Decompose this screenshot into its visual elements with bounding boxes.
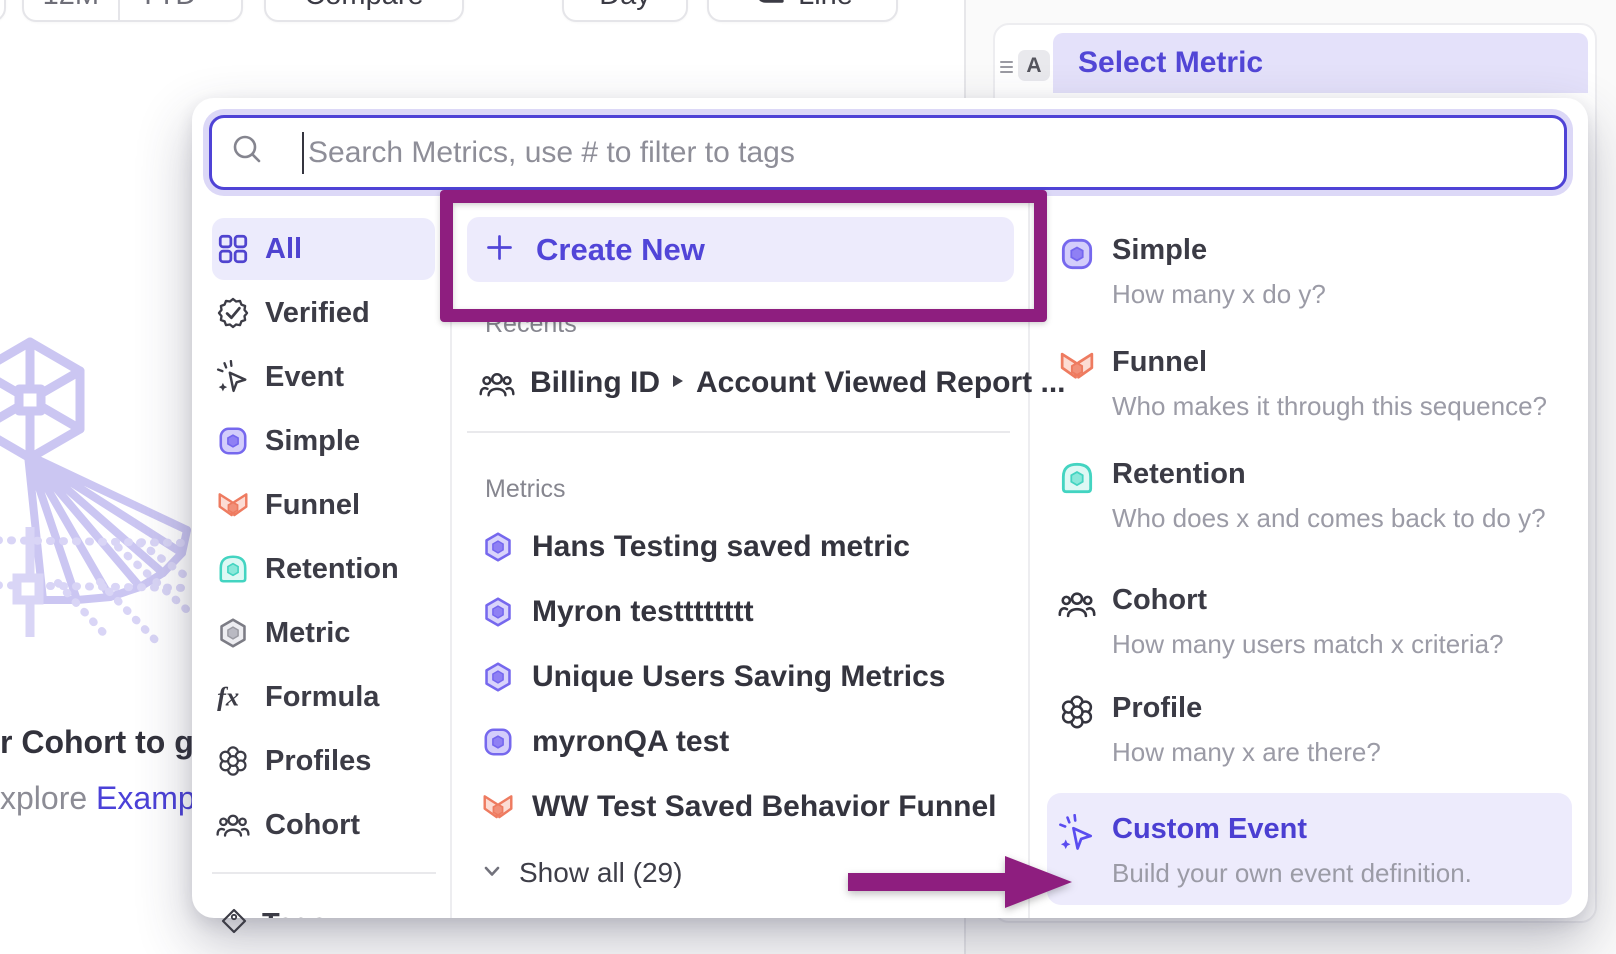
metric-hexagon-icon bbox=[216, 616, 250, 650]
annotation-rectangle bbox=[440, 190, 1047, 322]
metric-list-item[interactable]: myronQA test bbox=[481, 716, 729, 768]
cohort-people-icon bbox=[1058, 585, 1096, 623]
metric-list-item[interactable]: WW Test Saved Behavior Funnel bbox=[481, 781, 997, 833]
cohort-people-icon bbox=[479, 366, 513, 400]
type-retention[interactable]: Retention bbox=[1112, 458, 1246, 491]
sidebar-item-event[interactable]: Event bbox=[212, 349, 436, 405]
sidebar-divider bbox=[212, 872, 436, 874]
section-divider bbox=[467, 431, 1010, 433]
sidebar-item-profiles[interactable]: Profiles bbox=[212, 733, 436, 789]
series-a-badge: A bbox=[1018, 50, 1050, 81]
wireframe-cube-illustration bbox=[0, 330, 210, 675]
formula-icon: fx bbox=[216, 680, 250, 714]
sidebar-item-retention[interactable]: Retention bbox=[212, 541, 436, 597]
svg-text:fx: fx bbox=[217, 682, 239, 712]
type-cohort[interactable]: Cohort bbox=[1112, 584, 1207, 617]
event-sparkle-icon bbox=[216, 360, 250, 394]
sidebar-item-all[interactable]: All bbox=[212, 221, 436, 277]
simple-metric-icon bbox=[1058, 235, 1096, 273]
show-all-button[interactable]: Show all (29) bbox=[479, 851, 682, 895]
profiles-flower-icon bbox=[216, 744, 250, 778]
profiles-flower-icon bbox=[1058, 693, 1096, 731]
metric-list-item[interactable]: Myron testttttttt bbox=[481, 586, 754, 638]
tag-icon[interactable] bbox=[218, 906, 250, 938]
grid-icon bbox=[216, 232, 250, 266]
custom-event-sparkle-icon bbox=[1058, 814, 1096, 852]
recent-item[interactable]: Billing ID Account Viewed Report ... bbox=[479, 357, 1066, 409]
date-range-group[interactable]: 12M YTD bbox=[22, 0, 243, 22]
metric-hexagon-icon bbox=[481, 660, 515, 694]
sidebar-item-cohort[interactable]: Cohort bbox=[212, 797, 436, 853]
metrics-header: Metrics bbox=[485, 475, 566, 504]
metric-list-item[interactable]: Hans Testing saved metric bbox=[481, 521, 910, 573]
sidebar-item-metric[interactable]: Metric bbox=[212, 605, 436, 661]
type-simple-desc: How many x do y? bbox=[1112, 279, 1326, 310]
verified-seal-icon bbox=[216, 296, 250, 330]
simple-metric-icon bbox=[481, 725, 515, 759]
retention-icon bbox=[216, 552, 250, 586]
sidebar-item-verified[interactable]: Verified bbox=[212, 285, 436, 341]
granularity-day-button[interactable]: Day bbox=[562, 0, 688, 22]
type-simple[interactable]: Simple bbox=[1112, 234, 1207, 267]
funnel-icon bbox=[1058, 347, 1096, 385]
text-cursor bbox=[302, 132, 304, 174]
chevron-down-icon bbox=[479, 858, 505, 889]
simple-metric-icon bbox=[216, 424, 250, 458]
funnel-icon bbox=[216, 488, 250, 522]
metric-hexagon-icon bbox=[481, 595, 515, 629]
breadcrumb-triangle-icon bbox=[672, 373, 684, 394]
toolbar-button-fragment[interactable] bbox=[0, 0, 6, 22]
funnel-icon bbox=[481, 790, 515, 824]
cohort-people-icon bbox=[216, 808, 250, 842]
type-custom-event[interactable]: Custom Event bbox=[1112, 813, 1307, 846]
chart-type-line-button[interactable]: Line bbox=[707, 0, 898, 22]
sidebar-item-formula[interactable]: fx Formula bbox=[212, 669, 436, 725]
annotation-arrow bbox=[845, 850, 1077, 914]
search-icon bbox=[228, 131, 266, 174]
drag-handle-icon[interactable] bbox=[1000, 61, 1013, 73]
range-ytd-button[interactable]: YTD bbox=[118, 0, 241, 20]
compare-button[interactable]: Compare bbox=[264, 0, 464, 22]
type-retention-desc: Who does x and comes back to do y? bbox=[1112, 503, 1546, 534]
empty-state-headline-fragment: r Cohort to ge bbox=[0, 724, 212, 761]
select-metric-field[interactable]: Select Metric bbox=[1053, 33, 1588, 93]
type-profile[interactable]: Profile bbox=[1112, 692, 1202, 725]
type-cohort-desc: How many users match x criteria? bbox=[1112, 629, 1504, 660]
metric-list-item[interactable]: Unique Users Saving Metrics bbox=[481, 651, 945, 703]
line-chart-icon bbox=[752, 0, 786, 16]
type-profile-desc: How many x are there? bbox=[1112, 737, 1381, 768]
search-placeholder: Search Metrics, use # to filter to tags bbox=[308, 136, 795, 170]
search-input[interactable]: Search Metrics, use # to filter to tags bbox=[209, 115, 1567, 190]
retention-icon bbox=[1058, 459, 1096, 497]
type-funnel[interactable]: Funnel bbox=[1112, 346, 1207, 379]
sidebar-item-simple[interactable]: Simple bbox=[212, 413, 436, 469]
range-12m-button[interactable]: 12M bbox=[24, 0, 118, 20]
sidebar-item-partial[interactable]: Tags bbox=[262, 908, 382, 918]
type-custom-event-desc: Build your own event definition. bbox=[1112, 858, 1472, 889]
sidebar-item-funnel[interactable]: Funnel bbox=[212, 477, 436, 533]
metric-hexagon-icon bbox=[481, 530, 515, 564]
type-funnel-desc: Who makes it through this sequence? bbox=[1112, 391, 1547, 422]
